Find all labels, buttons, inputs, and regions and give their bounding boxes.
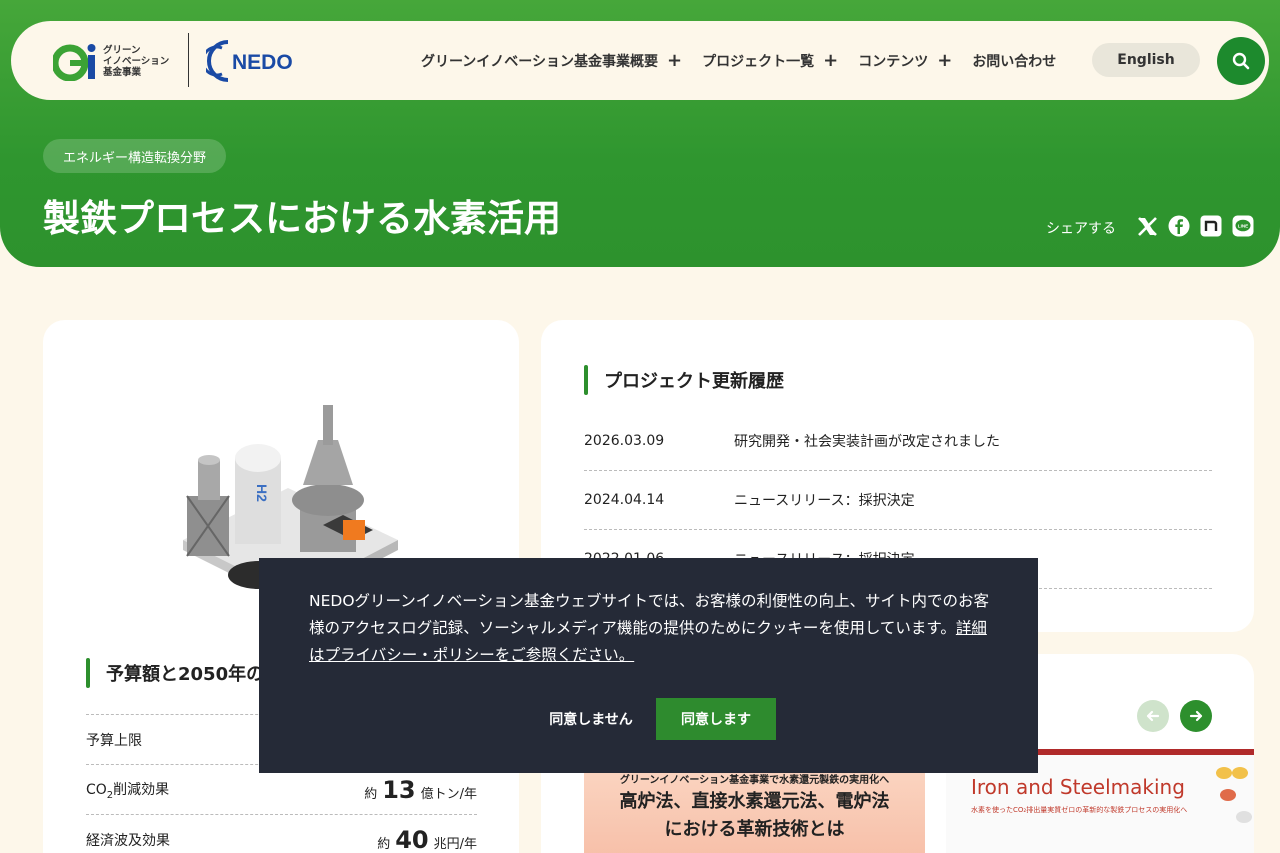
budget-heading: 予算額と2050年の bbox=[86, 658, 264, 688]
arrow-left-icon bbox=[1146, 710, 1160, 722]
nav-item-contents[interactable]: コンテンツ + bbox=[858, 51, 952, 71]
x-icon[interactable] bbox=[1136, 215, 1158, 237]
update-date: 2026.03.09 bbox=[584, 433, 665, 449]
thumbnail-subtitle: 水素を使ったCO₂排出量実質ゼロの革新的な製鉄プロセスの実用化へ bbox=[971, 806, 1188, 814]
plus-icon: + bbox=[823, 49, 839, 71]
decorative-dots-icon bbox=[1216, 767, 1252, 823]
logo-divider bbox=[188, 33, 189, 87]
gi-logo[interactable]: グリーン イノベーション 基金事業 bbox=[53, 39, 193, 83]
share-label: シェアする bbox=[1046, 221, 1116, 237]
thumbnail-subtitle: グリーンイノベーション基金事業で水素還元製鉄の実用化へ bbox=[619, 775, 890, 786]
update-item[interactable]: 2026.03.09 研究開発・社会実装計画が改定されました bbox=[584, 412, 1212, 471]
update-date: 2024.04.14 bbox=[584, 492, 665, 508]
navbar: グリーン イノベーション 基金事業 NEDO グリーンイノベーション基金事業概要… bbox=[11, 21, 1269, 100]
svg-text:LINE: LINE bbox=[1238, 224, 1248, 229]
budget-label: 予算上限 bbox=[86, 732, 142, 749]
plus-icon: + bbox=[937, 49, 953, 71]
nav-label: プロジェクト一覧 bbox=[702, 53, 815, 70]
search-button[interactable] bbox=[1217, 37, 1265, 85]
decline-cookies-button[interactable]: 同意しません bbox=[545, 698, 637, 740]
update-item[interactable]: 2024.04.14 ニュースリリース：採択決定 bbox=[584, 471, 1212, 530]
budget-label: CO2削減効果 bbox=[86, 781, 170, 801]
search-icon bbox=[1232, 52, 1250, 70]
english-button[interactable]: English bbox=[1092, 43, 1200, 77]
nav-label: お問い合わせ bbox=[972, 53, 1057, 70]
thumbnail-title: における革新技術とは bbox=[664, 819, 845, 840]
nedo-logo-text: NEDO bbox=[232, 51, 293, 74]
nav-item-projects[interactable]: プロジェクト一覧 + bbox=[702, 51, 838, 71]
gi-logo-mark-icon bbox=[53, 44, 96, 81]
budget-label: 経済波及効果 bbox=[86, 832, 170, 849]
carousel-prev-button[interactable] bbox=[1137, 700, 1169, 732]
nav-label: コンテンツ bbox=[858, 53, 929, 70]
updates-heading: プロジェクト更新履歴 bbox=[584, 365, 784, 395]
gi-logo-text: グリーン イノベーション 基金事業 bbox=[103, 44, 170, 78]
note-icon[interactable] bbox=[1200, 215, 1222, 237]
nav-label: グリーンイノベーション基金事業概要 bbox=[421, 53, 659, 70]
carousel-next-button[interactable] bbox=[1180, 700, 1212, 732]
cookie-message: NEDOグリーンイノベーション基金ウェブサイトでは、お客様の利便性の向上、サイト… bbox=[309, 592, 989, 664]
update-text: ニュースリリース：採択決定 bbox=[734, 493, 915, 509]
hero-banner: グリーン イノベーション 基金事業 NEDO グリーンイノベーション基金事業概要… bbox=[0, 0, 1280, 267]
update-text: 研究開発・社会実装計画が改定されました bbox=[734, 434, 1000, 450]
thumbnail-title: Iron and Steelmaking bbox=[971, 775, 1185, 799]
nav-item-overview[interactable]: グリーンイノベーション基金事業概要 + bbox=[421, 51, 682, 71]
cookie-consent-banner: NEDOグリーンイノベーション基金ウェブサイトでは、お客様の利便性の向上、サイト… bbox=[259, 558, 1038, 773]
page-title: 製鉄プロセスにおける水素活用 bbox=[43, 197, 561, 240]
budget-value: 約 13 億トン/年 bbox=[364, 775, 477, 804]
budget-value: 約 40 兆円/年 bbox=[377, 825, 477, 853]
thumbnail-title: 高炉法、直接水素還元法、電炉法 bbox=[619, 791, 890, 812]
share-icons: LINE bbox=[1136, 215, 1254, 237]
budget-row: 経済波及効果 約 40 兆円/年 bbox=[86, 814, 477, 853]
nav-item-contact[interactable]: お問い合わせ bbox=[972, 51, 1056, 71]
nedo-logo[interactable]: NEDO bbox=[206, 38, 301, 84]
facebook-icon[interactable] bbox=[1168, 215, 1190, 237]
accept-cookies-button[interactable]: 同意します bbox=[656, 698, 776, 740]
svg-text:H2: H2 bbox=[254, 484, 270, 502]
main-nav: グリーンイノベーション基金事業概要 + プロジェクト一覧 + コンテンツ + お… bbox=[421, 21, 1076, 100]
plus-icon: + bbox=[667, 49, 683, 71]
line-icon[interactable]: LINE bbox=[1232, 215, 1254, 237]
field-badge[interactable]: エネルギー構造転換分野 bbox=[43, 139, 227, 173]
arrow-right-icon bbox=[1189, 710, 1203, 722]
